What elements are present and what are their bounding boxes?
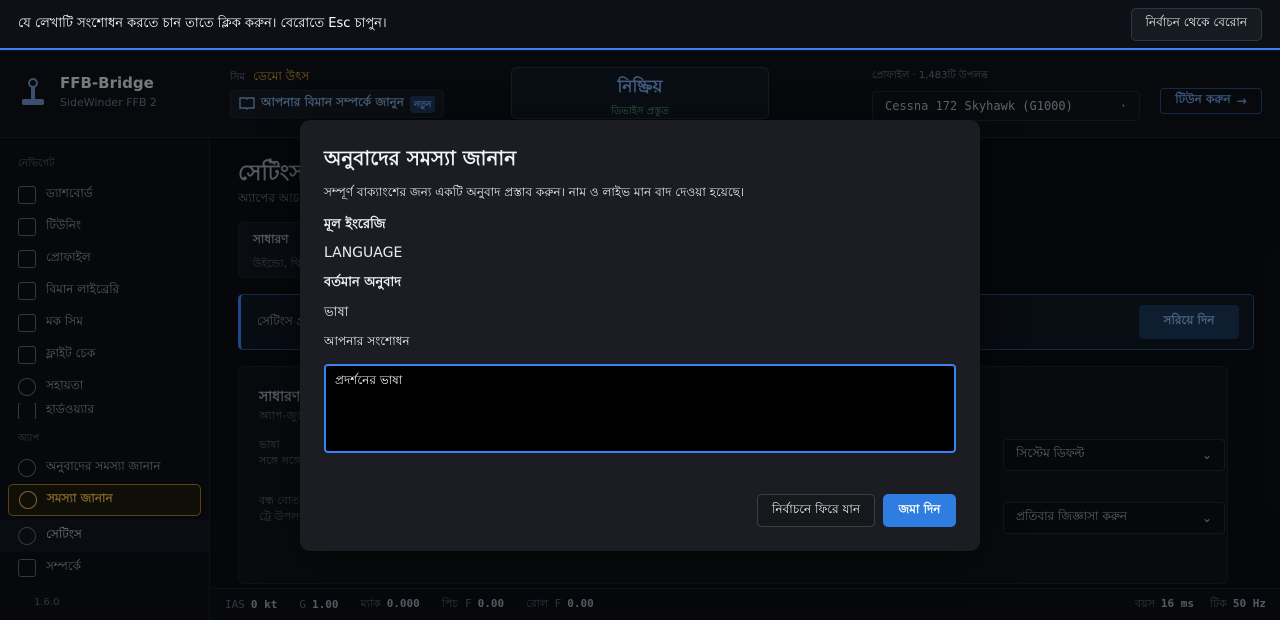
current-translation-label: বর্তমান অনুবাদ [324, 275, 402, 290]
pick-mode-banner: যে লেখাটি সংশোধন করতে চান তাতে ক্লিক করু… [0, 0, 1280, 50]
your-fix-label: আপনার সংশোধন [324, 334, 410, 348]
correction-input[interactable]: প্রদর্শনের ভাষা [324, 364, 956, 453]
original-english-label: মূল ইংরেজি [324, 217, 386, 232]
back-to-picking-button[interactable]: নির্বাচনে ফিরে যান [757, 494, 875, 527]
current-translation-value: ভাষা [324, 305, 349, 320]
submit-button[interactable]: জমা দিন [883, 494, 956, 527]
exit-pick-mode-button[interactable]: নির্বাচন থেকে বেরোন [1130, 7, 1262, 41]
report-translation-dialog: অনুবাদের সমস্যা জানান সম্পূর্ণ বাক্যাংশে… [300, 120, 980, 551]
dialog-title: অনুবাদের সমস্যা জানান [324, 146, 517, 170]
original-english-value: LANGUAGE [324, 245, 403, 261]
dialog-description: সম্পূর্ণ বাক্যাংশের জন্য একটি অনুবাদ প্র… [324, 185, 745, 199]
pick-mode-message: যে লেখাটি সংশোধন করতে চান তাতে ক্লিক করু… [18, 15, 387, 31]
